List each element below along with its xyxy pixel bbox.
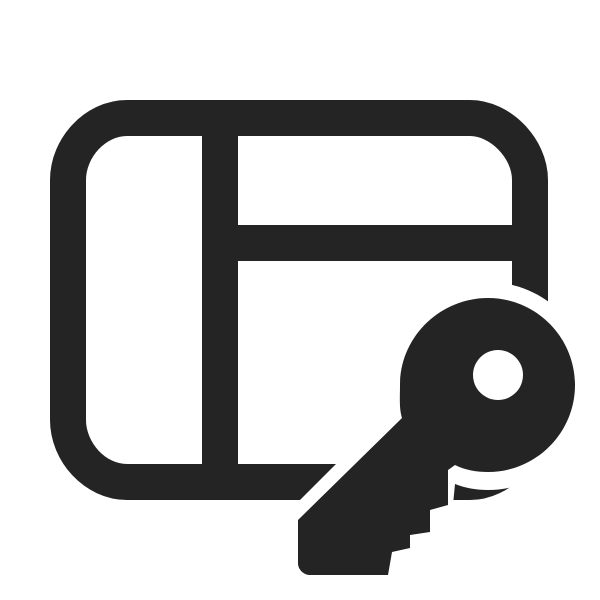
key-hole-icon — [473, 350, 523, 400]
key-shape — [298, 298, 575, 575]
layout-key-icon — [50, 100, 575, 575]
icon-canvas — [0, 0, 600, 600]
